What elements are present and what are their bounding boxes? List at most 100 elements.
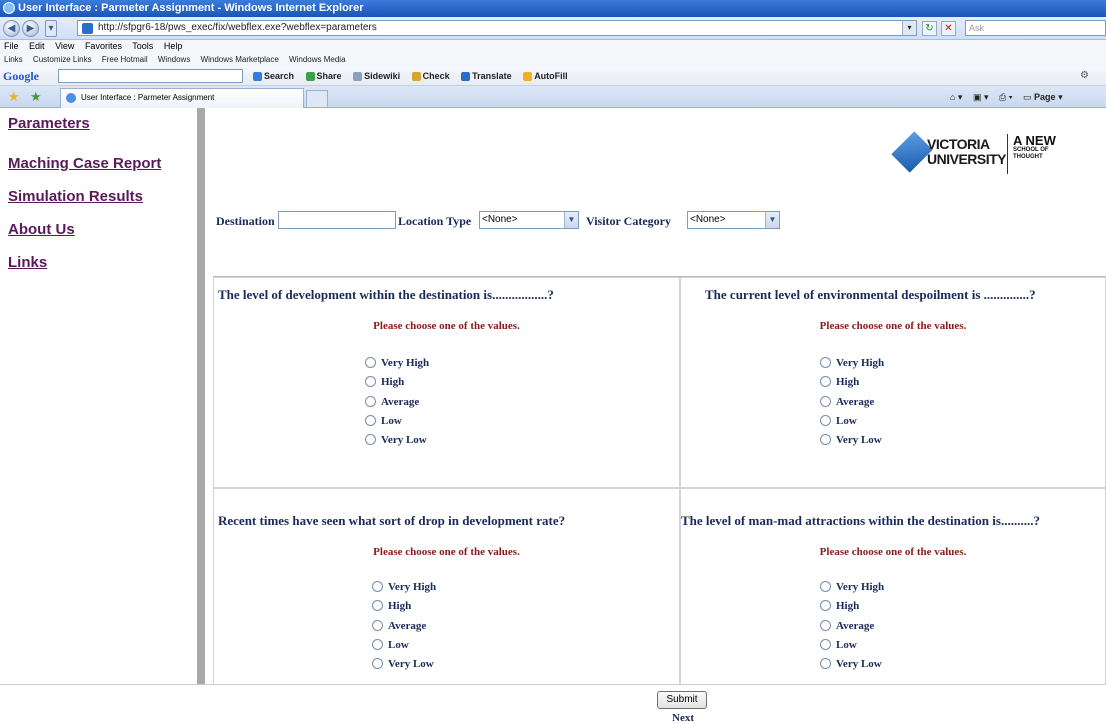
stop-icon[interactable]: ✕ bbox=[941, 21, 956, 36]
forward-button[interactable]: ▶ bbox=[22, 20, 39, 37]
radio-button[interactable] bbox=[820, 434, 831, 446]
url-field[interactable]: http://sfpgr6-18/pws_exec/fix/webflex.ex… bbox=[77, 20, 917, 36]
radio-button[interactable] bbox=[365, 356, 376, 368]
radio-button[interactable] bbox=[820, 658, 831, 670]
google-settings-icon[interactable]: ⚙ bbox=[1080, 66, 1089, 86]
radio-button[interactable] bbox=[820, 356, 831, 368]
option-low[interactable]: Low bbox=[372, 636, 436, 655]
option-very-high[interactable]: Very High bbox=[365, 354, 429, 373]
radio-button[interactable] bbox=[820, 395, 831, 407]
option-very-high[interactable]: Very High bbox=[372, 578, 436, 597]
radio-button[interactable] bbox=[820, 414, 831, 426]
menu-favorites[interactable]: Favorites bbox=[85, 41, 122, 51]
feeds-icon[interactable]: ▣ ▾ bbox=[973, 92, 989, 102]
question-text: The current level of environmental despo… bbox=[705, 287, 1036, 302]
option-average[interactable]: Average bbox=[820, 617, 884, 636]
google-share-button[interactable]: Share bbox=[305, 71, 342, 82]
radio-button[interactable] bbox=[820, 580, 831, 592]
option-label: High bbox=[836, 376, 860, 389]
link-windows[interactable]: Windows bbox=[158, 55, 190, 64]
history-dropdown-icon[interactable]: ▾ bbox=[45, 20, 57, 37]
link-hotmail[interactable]: Free Hotmail bbox=[102, 55, 148, 64]
menu-tools[interactable]: Tools bbox=[132, 41, 153, 51]
visitor-category-select[interactable]: <None> ▼ bbox=[687, 211, 780, 229]
option-high[interactable]: High bbox=[820, 373, 884, 392]
tab-active[interactable]: User Interface : Parmeter Assignment bbox=[60, 88, 304, 108]
menu-bar: File Edit View Favorites Tools Help bbox=[0, 40, 1106, 53]
radio-button[interactable] bbox=[820, 619, 831, 631]
google-search-button[interactable]: Search bbox=[253, 71, 295, 82]
option-average[interactable]: Average bbox=[372, 617, 436, 636]
radio-button[interactable] bbox=[820, 638, 831, 650]
command-bar: ⌂ ▾ ▣ ▾ ⎙ ▾ ▭ Page ▾ bbox=[950, 86, 1071, 108]
sidewiki-icon bbox=[353, 72, 363, 82]
url-dropdown-icon[interactable]: ▾ bbox=[902, 21, 916, 35]
radio-button[interactable] bbox=[372, 580, 383, 592]
search-input[interactable]: Ask bbox=[965, 20, 1106, 36]
option-high[interactable]: High bbox=[365, 373, 429, 392]
radio-button[interactable] bbox=[820, 600, 831, 612]
option-low[interactable]: Low bbox=[365, 412, 429, 431]
visitor-category-label: Visitor Category bbox=[586, 214, 671, 228]
option-very-low[interactable]: Very Low bbox=[820, 431, 884, 450]
option-very-low[interactable]: Very Low bbox=[372, 655, 436, 674]
page-content: Parameters Maching Case Report Simulatio… bbox=[0, 108, 1106, 724]
option-label: Average bbox=[836, 619, 875, 632]
google-sidewiki-button[interactable]: Sidewiki bbox=[353, 71, 400, 82]
new-tab-button[interactable] bbox=[306, 90, 328, 107]
page-menu[interactable]: ▭ Page ▾ bbox=[1023, 92, 1063, 102]
question-instruction: Please choose one of the values. bbox=[373, 320, 520, 332]
sidebar-item-parameters[interactable]: Parameters bbox=[8, 115, 90, 132]
radio-button[interactable] bbox=[372, 619, 383, 631]
add-favorite-icon[interactable]: ★ bbox=[30, 89, 42, 104]
back-button[interactable]: ◀ bbox=[3, 20, 20, 37]
spellcheck-icon bbox=[411, 72, 421, 82]
sidebar: Parameters Maching Case Report Simulatio… bbox=[0, 108, 197, 684]
option-low[interactable]: Low bbox=[820, 636, 884, 655]
sidebar-item-simulation-results[interactable]: Simulation Results bbox=[8, 188, 143, 205]
next-link[interactable]: Next bbox=[658, 712, 708, 724]
submit-button[interactable]: Submit bbox=[657, 691, 707, 709]
refresh-icon[interactable]: ↻ bbox=[922, 21, 937, 36]
location-type-select[interactable]: <None> ▼ bbox=[479, 211, 579, 229]
destination-input[interactable] bbox=[278, 211, 396, 229]
link-marketplace[interactable]: Windows Marketplace bbox=[201, 55, 279, 64]
option-very-low[interactable]: Very Low bbox=[820, 655, 884, 674]
option-average[interactable]: Average bbox=[820, 393, 884, 412]
radio-button[interactable] bbox=[365, 414, 376, 426]
ie-logo-icon bbox=[3, 2, 15, 14]
google-check-button[interactable]: Check bbox=[411, 71, 450, 82]
radio-button[interactable] bbox=[372, 638, 383, 650]
sidebar-item-links[interactable]: Links bbox=[8, 254, 47, 271]
radio-button[interactable] bbox=[365, 434, 376, 446]
window-titlebar: User Interface : Parmeter Assignment - W… bbox=[0, 0, 1106, 17]
option-very-high[interactable]: Very High bbox=[820, 578, 884, 597]
option-label: High bbox=[381, 376, 405, 389]
radio-button[interactable] bbox=[820, 376, 831, 388]
radio-button[interactable] bbox=[365, 376, 376, 388]
favorites-star-icon[interactable]: ★ bbox=[8, 89, 20, 104]
option-very-high[interactable]: Very High bbox=[820, 354, 884, 373]
option-high[interactable]: High bbox=[820, 597, 884, 616]
menu-help[interactable]: Help bbox=[164, 41, 183, 51]
radio-button[interactable] bbox=[372, 600, 383, 612]
link-customize[interactable]: Customize Links bbox=[33, 55, 92, 64]
google-autofill-button[interactable]: AutoFill bbox=[523, 71, 568, 82]
google-search-input[interactable] bbox=[58, 69, 243, 83]
menu-view[interactable]: View bbox=[55, 41, 74, 51]
sidebar-item-about-us[interactable]: About Us bbox=[8, 221, 75, 238]
radio-button[interactable] bbox=[372, 658, 383, 670]
menu-file[interactable]: File bbox=[4, 41, 19, 51]
google-search-label: Search bbox=[264, 71, 295, 81]
google-translate-button[interactable]: Translate bbox=[461, 71, 512, 82]
option-low[interactable]: Low bbox=[820, 412, 884, 431]
sidebar-item-maching-case-report[interactable]: Maching Case Report bbox=[8, 155, 161, 172]
link-windows-media[interactable]: Windows Media bbox=[289, 55, 345, 64]
option-high[interactable]: High bbox=[372, 597, 436, 616]
option-average[interactable]: Average bbox=[365, 393, 429, 412]
menu-edit[interactable]: Edit bbox=[29, 41, 45, 51]
option-very-low[interactable]: Very Low bbox=[365, 431, 429, 450]
radio-button[interactable] bbox=[365, 395, 376, 407]
home-icon[interactable]: ⌂ ▾ bbox=[950, 92, 962, 102]
print-icon[interactable]: ⎙ ▾ bbox=[999, 92, 1012, 102]
